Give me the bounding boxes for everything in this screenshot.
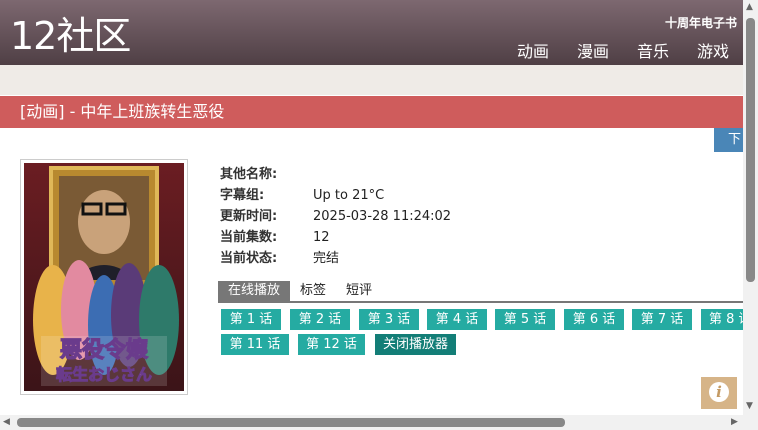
nav-comic[interactable]: 漫画: [577, 38, 609, 62]
sub-header-strip: [0, 65, 743, 95]
scroll-up-arrow-icon[interactable]: ▲: [746, 2, 753, 12]
vertical-scroll-thumb[interactable]: [746, 18, 755, 282]
alias-label: 其他名称:: [220, 167, 278, 182]
info-panel: 其他名称: 字幕组: Up to 21°C 更新时间: 2025-03-28 11:…: [220, 164, 451, 269]
nav-anime[interactable]: 动画: [517, 38, 549, 62]
info-row-status: 当前状态: 完结: [220, 248, 451, 269]
page-title: [动画] - 中年上班族转生恶役: [20, 102, 225, 121]
scroll-down-arrow-icon[interactable]: ▼: [746, 401, 753, 411]
tab-reviews[interactable]: 短评: [336, 281, 382, 301]
episode-1-button[interactable]: 第 1 话: [221, 309, 281, 330]
poster-title-2: 転生おじさん: [56, 365, 152, 384]
episode-12-button[interactable]: 第 12 话: [298, 334, 365, 355]
episode-7-button[interactable]: 第 7 话: [632, 309, 692, 330]
episode-3-button[interactable]: 第 3 话: [359, 309, 419, 330]
poster-image: 悪役令嬢 転生おじさん: [24, 163, 184, 391]
episode-6-button[interactable]: 第 6 话: [564, 309, 624, 330]
site-header: 12社区 十周年电子书 动画 漫画 音乐 游戏: [0, 0, 743, 65]
info-row-episodes: 当前集数: 12: [220, 227, 451, 248]
info-row-subgroup: 字幕组: Up to 21°C: [220, 185, 451, 206]
episode-2-button[interactable]: 第 2 话: [290, 309, 350, 330]
status-value: 完结: [313, 251, 340, 266]
episodes-label: 当前集数:: [220, 230, 278, 245]
main-nav: 动画 漫画 音乐 游戏: [517, 38, 729, 62]
scroll-right-arrow-icon[interactable]: ▶: [731, 417, 738, 427]
tab-online-play[interactable]: 在线播放: [218, 281, 291, 301]
site-logo[interactable]: 12社区: [10, 14, 131, 58]
download-button[interactable]: 下: [714, 128, 743, 152]
nav-game[interactable]: 游戏: [697, 38, 729, 62]
close-player-button[interactable]: 关闭播放器: [375, 334, 456, 355]
info-icon: i: [709, 382, 729, 402]
horizontal-scroll-thumb[interactable]: [17, 418, 565, 427]
tab-tags[interactable]: 标签: [290, 281, 336, 301]
status-label: 当前状态:: [220, 251, 278, 266]
episode-8-button[interactable]: 第 8 话: [701, 309, 743, 330]
updated-label: 更新时间:: [220, 209, 278, 224]
episodes-value: 12: [313, 230, 330, 245]
nav-music[interactable]: 音乐: [637, 38, 669, 62]
promo-link[interactable]: 十周年电子书: [665, 14, 737, 31]
subgroup-value: Up to 21°C: [313, 188, 385, 203]
info-row-updated: 更新时间: 2025-03-28 11:24:02: [220, 206, 451, 227]
subgroup-label: 字幕组:: [220, 188, 265, 203]
updated-value: 2025-03-28 11:24:02: [313, 209, 452, 224]
episode-5-button[interactable]: 第 5 话: [495, 309, 555, 330]
episode-11-button[interactable]: 第 11 话: [221, 334, 289, 355]
info-row-alias: 其他名称:: [220, 164, 451, 185]
info-button[interactable]: i: [701, 377, 737, 409]
title-bar: [动画] - 中年上班族转生恶役: [0, 96, 743, 128]
tab-bar: 在线播放 标签 短评: [218, 281, 743, 303]
episode-4-button[interactable]: 第 4 话: [427, 309, 487, 330]
scroll-left-arrow-icon[interactable]: ◀: [3, 417, 10, 427]
anime-poster: 悪役令嬢 転生おじさん: [20, 159, 188, 395]
poster-title-1: 悪役令嬢: [60, 337, 149, 363]
